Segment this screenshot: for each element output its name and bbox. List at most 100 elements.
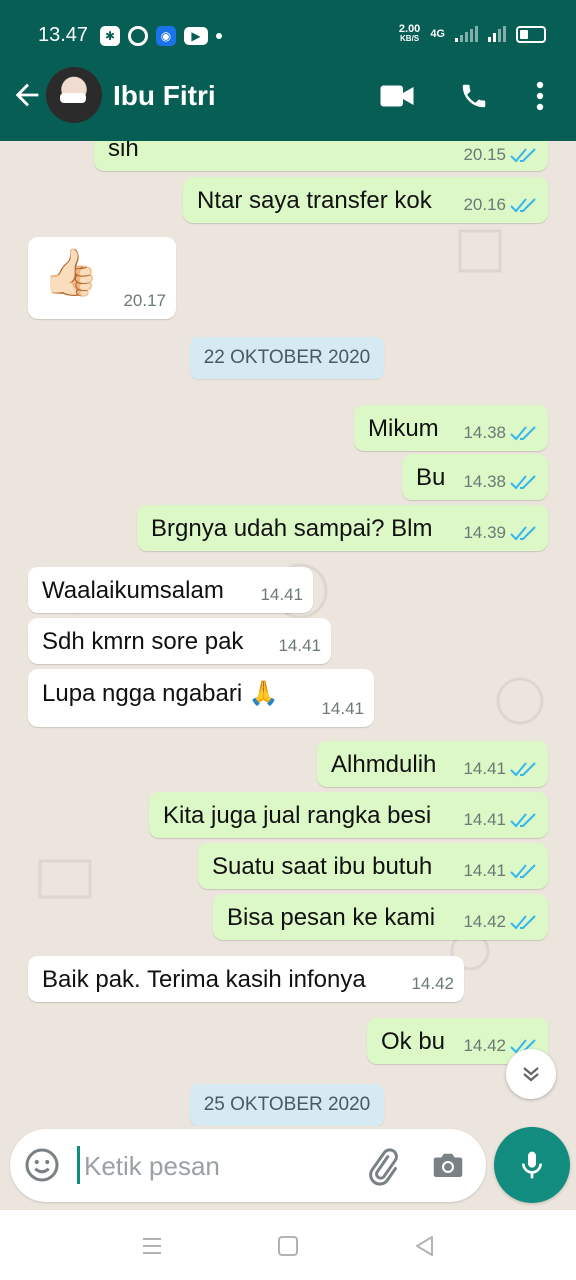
- message-text: Kita juga jual rangka besi: [163, 802, 432, 829]
- network-speed-value: 2.00: [398, 23, 421, 35]
- message-bubble-outgoing[interactable]: Ntar saya transfer kok 20.16: [183, 177, 548, 223]
- recent-apps-button[interactable]: [138, 1232, 166, 1260]
- message-time: 14.41: [260, 585, 303, 604]
- message-bubble-outgoing[interactable]: sih 20.15: [94, 141, 548, 171]
- home-button[interactable]: [274, 1232, 302, 1260]
- system-navigation-bar: [0, 1210, 576, 1280]
- menu-lines-icon: [143, 1238, 161, 1254]
- message-time: 20.15: [463, 145, 506, 164]
- voice-message-button[interactable]: [494, 1127, 570, 1203]
- message-text: Brgnya udah sampai? Blm: [151, 515, 433, 542]
- message-bubble-incoming[interactable]: Baik pak. Terima kasih infonya 14.42: [28, 956, 464, 1002]
- paperclip-icon: [369, 1148, 398, 1186]
- message-time: 14.38: [463, 472, 506, 491]
- network-speed: 2.00 KB/S: [399, 24, 420, 44]
- emoji-icon: [25, 1148, 59, 1182]
- message-meta: 14.41: [463, 861, 538, 881]
- youtube-icon: ▶: [184, 27, 208, 45]
- double-check-icon: [510, 426, 536, 441]
- message-text: sih: [108, 141, 139, 162]
- message-time: 20.16: [463, 195, 506, 214]
- message-bubble-incoming[interactable]: Sdh kmrn sore pak 14.41: [28, 618, 331, 664]
- signal-icon: [455, 26, 478, 42]
- message-input[interactable]: [82, 1143, 356, 1189]
- phone-icon: [462, 84, 486, 108]
- status-bar: 13.47 ✱ ◉ ▶ 2.00 KB/S 4G: [0, 0, 576, 50]
- system-indicators: 2.00 KB/S 4G: [399, 24, 546, 44]
- triangle-back-icon: [416, 1236, 433, 1256]
- message-time: 14.41: [463, 861, 506, 880]
- more-vertical-icon: [536, 81, 544, 111]
- message-bubble-incoming[interactable]: Waalaikumsalam 14.41: [28, 567, 313, 613]
- message-meta: 14.39: [463, 523, 538, 543]
- app-notification-icon: ✱: [100, 26, 120, 46]
- text-cursor: [77, 1146, 80, 1184]
- network-speed-unit: KB/S: [400, 34, 420, 43]
- message-meta: 20.15: [463, 145, 538, 165]
- chat-area[interactable]: sih 20.15 Ntar saya transfer kok 20.16 👍…: [0, 141, 576, 1126]
- message-text: Sdh kmrn sore pak: [42, 628, 244, 655]
- double-check-icon: [510, 148, 536, 163]
- message-meta: 14.38: [463, 423, 538, 443]
- notification-icons: ✱ ◉ ▶: [100, 26, 222, 46]
- message-meta: 14.41: [278, 636, 321, 656]
- message-bubble-incoming[interactable]: 👍🏻 20.17: [28, 237, 176, 319]
- message-time: 14.41: [463, 810, 506, 829]
- message-time: 14.38: [463, 423, 506, 442]
- message-composer: [10, 1129, 486, 1202]
- emoji-button[interactable]: [24, 1147, 60, 1183]
- arrow-left-icon: [15, 83, 39, 107]
- double-chevron-down-icon: [523, 1067, 539, 1082]
- voice-call-button[interactable]: [454, 76, 494, 116]
- opera-icon: [128, 26, 148, 46]
- scroll-to-bottom-button[interactable]: [506, 1049, 556, 1099]
- message-bubble-outgoing[interactable]: Bisa pesan ke kami 14.42: [213, 894, 548, 940]
- message-bubble-outgoing[interactable]: Kita juga jual rangka besi 14.41: [149, 792, 548, 838]
- message-meta: 20.17: [123, 291, 166, 311]
- double-check-icon: [510, 475, 536, 490]
- avatar[interactable]: [46, 67, 102, 123]
- microphone-icon: [522, 1151, 542, 1179]
- chat-header: Ibu Fitri: [0, 50, 576, 141]
- message-time: 14.41: [463, 759, 506, 778]
- date-separator: 25 OKTOBER 2020: [190, 1084, 384, 1126]
- message-bubble-outgoing[interactable]: Mikum 14.38: [354, 405, 548, 451]
- message-time: 14.42: [463, 1036, 506, 1055]
- signal-icon-2: [488, 26, 506, 42]
- message-text: Ntar saya transfer kok: [197, 187, 432, 214]
- status-time: 13.47: [38, 24, 89, 46]
- message-text: Ok bu: [381, 1028, 446, 1055]
- app-notification-icon: ◉: [156, 26, 176, 46]
- message-meta: 20.16: [463, 195, 538, 215]
- attach-button[interactable]: [362, 1147, 402, 1187]
- double-check-icon: [510, 198, 536, 213]
- overflow-menu-button[interactable]: [520, 76, 560, 116]
- camera-button[interactable]: [430, 1147, 470, 1187]
- video-call-button[interactable]: [377, 76, 417, 116]
- back-button[interactable]: [10, 78, 44, 112]
- message-meta: 14.41: [260, 585, 303, 605]
- message-bubble-outgoing[interactable]: Brgnya udah sampai? Blm 14.39: [137, 505, 548, 551]
- network-type: 4G: [430, 28, 445, 40]
- system-back-button[interactable]: [410, 1232, 438, 1260]
- date-separator: 22 OKTOBER 2020: [190, 337, 384, 379]
- battery-icon: [516, 25, 546, 43]
- message-bubble-outgoing[interactable]: Bu 14.38: [402, 454, 548, 500]
- message-meta: 14.42: [463, 912, 538, 932]
- message-bubble-outgoing[interactable]: Alhmdulih 14.41: [317, 741, 548, 787]
- message-time: 14.39: [463, 523, 506, 542]
- double-check-icon: [510, 813, 536, 828]
- message-text: Mikum: [368, 415, 439, 442]
- message-text: Lupa ngga ngabari 🙏: [42, 680, 279, 707]
- thumbs-up-emoji: 👍🏻: [42, 246, 100, 298]
- message-bubble-incoming[interactable]: Lupa ngga ngabari 🙏 14.41: [28, 669, 374, 727]
- message-meta: 14.41: [463, 759, 538, 779]
- double-check-icon: [510, 762, 536, 777]
- contact-name[interactable]: Ibu Fitri: [113, 80, 216, 112]
- double-check-icon: [510, 864, 536, 879]
- message-meta: 14.41: [463, 810, 538, 830]
- message-text: Alhmdulih: [331, 751, 437, 778]
- message-time: 14.41: [278, 636, 321, 655]
- more-notifications-icon: [216, 33, 222, 39]
- message-bubble-outgoing[interactable]: Suatu saat ibu butuh 14.41: [198, 843, 548, 889]
